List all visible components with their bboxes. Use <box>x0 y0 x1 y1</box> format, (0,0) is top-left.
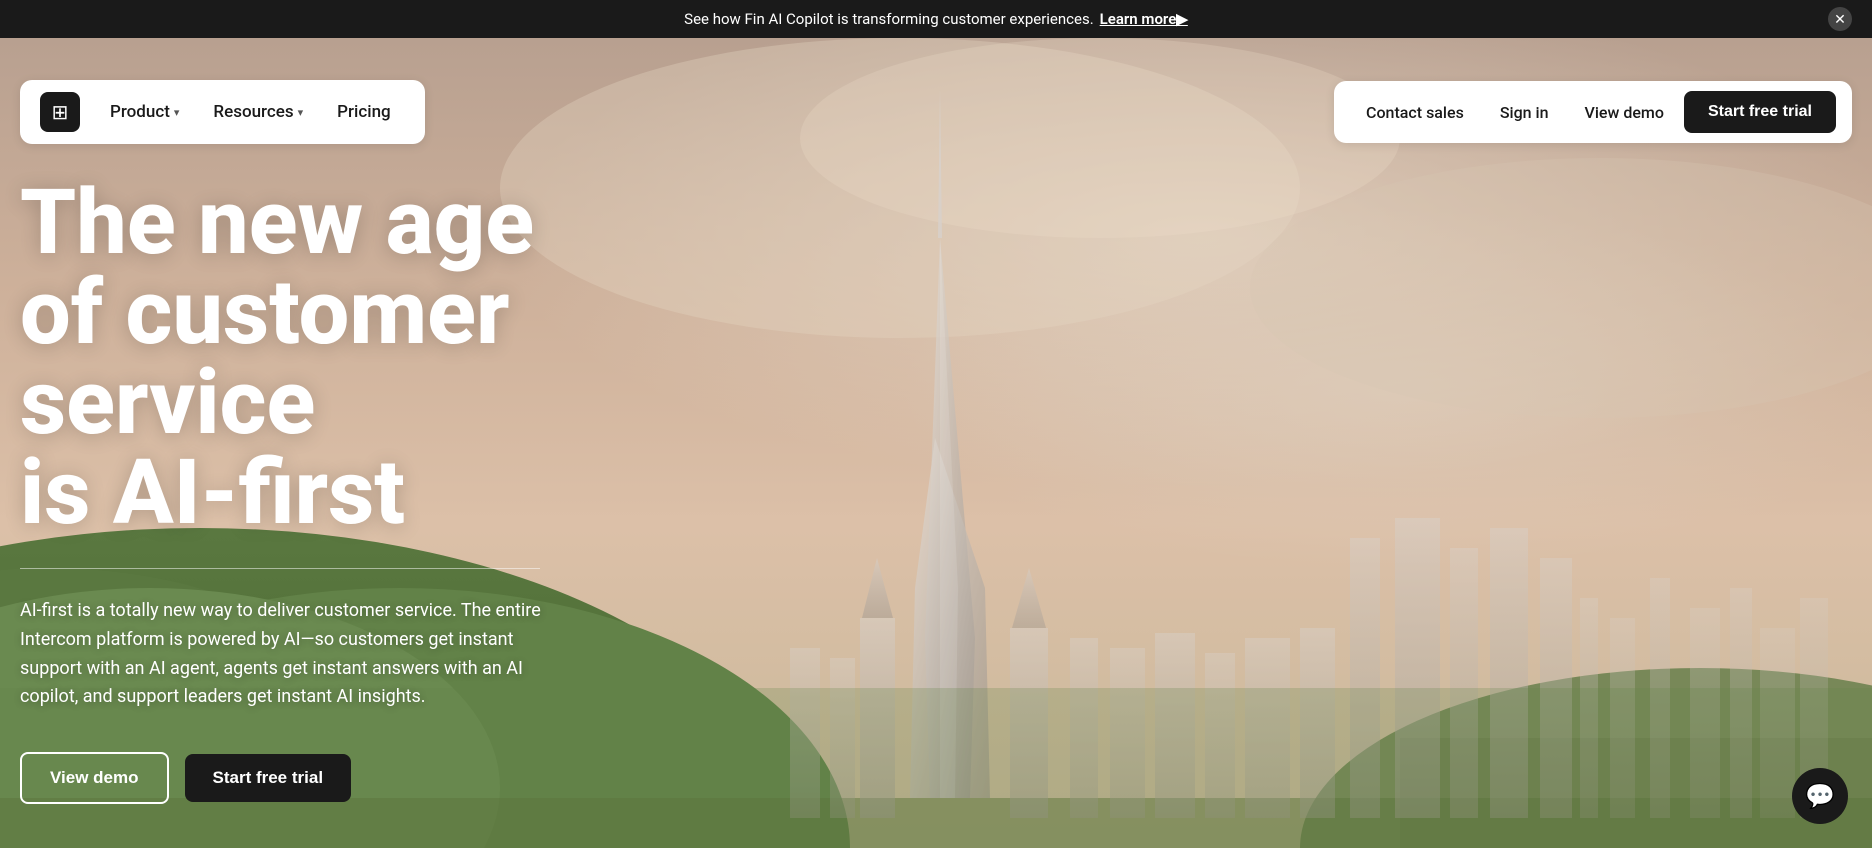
resources-chevron-icon: ▾ <box>298 106 304 119</box>
chat-bubble-button[interactable]: 💬 <box>1792 768 1848 824</box>
hero-title: The new age of customer service is AI-fi… <box>20 178 680 538</box>
nav-pricing-label: Pricing <box>337 102 391 122</box>
nav-resources[interactable]: Resources ▾ <box>199 94 317 130</box>
nav-sign-in[interactable]: Sign in <box>1484 95 1565 130</box>
learn-more-label: Learn more <box>1100 10 1177 28</box>
start-trial-nav-label: Start free trial <box>1708 103 1812 120</box>
hero-section: ⊞ Product ▾ Resources ▾ Pricing Contact … <box>0 38 1872 848</box>
nav-start-trial-button[interactable]: Start free trial <box>1684 91 1836 133</box>
hero-subtitle: AI-first is a totally new way to deliver… <box>20 597 560 712</box>
hero-title-line2: of customer service <box>20 260 510 455</box>
start-trial-hero-label: Start free trial <box>213 768 324 787</box>
contact-sales-label: Contact sales <box>1366 103 1464 122</box>
navbar: ⊞ Product ▾ Resources ▾ Pricing Contact … <box>0 80 1872 144</box>
nav-pricing[interactable]: Pricing <box>323 94 405 130</box>
hero-divider <box>20 568 540 569</box>
announcement-text: See how Fin AI Copilot is transforming c… <box>684 10 1094 28</box>
nav-contact-sales[interactable]: Contact sales <box>1350 95 1480 130</box>
hero-content: The new age of customer service is AI-fi… <box>0 178 700 804</box>
nav-resources-label: Resources <box>213 102 293 122</box>
chat-icon: 💬 <box>1805 782 1835 810</box>
nav-product-label: Product <box>110 102 170 122</box>
sign-in-label: Sign in <box>1500 103 1549 122</box>
hero-buttons: View demo Start free trial <box>20 752 680 804</box>
nav-left: ⊞ Product ▾ Resources ▾ Pricing <box>20 80 425 144</box>
announcement-bar: See how Fin AI Copilot is transforming c… <box>0 0 1872 38</box>
view-demo-nav-label: View demo <box>1585 103 1664 122</box>
hero-start-trial-button[interactable]: Start free trial <box>185 754 352 802</box>
logo-icon: ⊞ <box>52 102 69 122</box>
learn-more-link[interactable]: Learn more▶ <box>1100 10 1188 28</box>
nav-product[interactable]: Product ▾ <box>96 94 193 130</box>
nav-right: Contact sales Sign in View demo Start fr… <box>1334 81 1852 143</box>
view-demo-label: View demo <box>50 768 139 787</box>
hero-title-line3: is AI-first <box>20 440 405 545</box>
announcement-close-button[interactable]: ✕ <box>1828 7 1852 31</box>
logo[interactable]: ⊞ <box>40 92 80 132</box>
product-chevron-icon: ▾ <box>174 106 180 119</box>
learn-more-arrow: ▶ <box>1176 10 1188 28</box>
nav-view-demo[interactable]: View demo <box>1569 95 1680 130</box>
hero-view-demo-button[interactable]: View demo <box>20 752 169 804</box>
